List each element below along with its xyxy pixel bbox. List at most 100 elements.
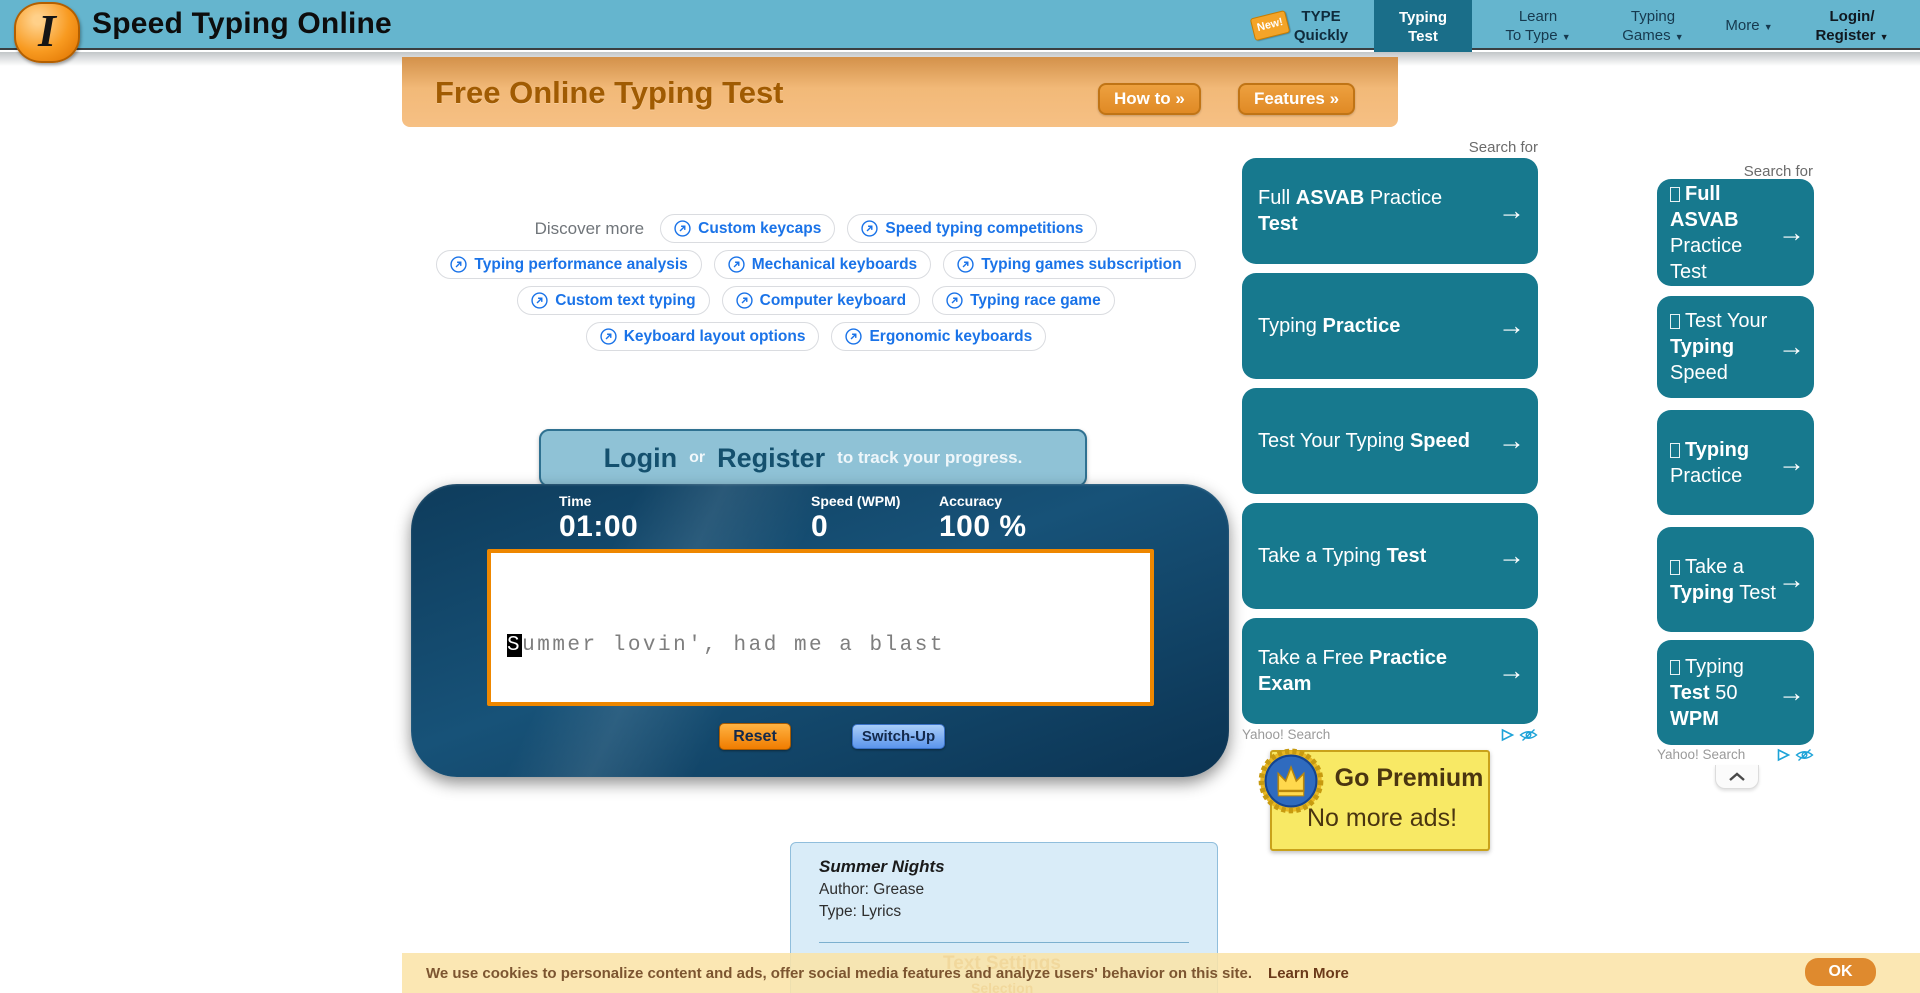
nav-login-line2: Register <box>1815 27 1875 44</box>
nav-games-line2: Games <box>1622 27 1670 44</box>
missing-glyph-icon <box>1670 314 1680 329</box>
arrow-right-icon: → <box>1498 196 1525 227</box>
pill-mechanical-keyboards[interactable]: Mechanical keyboards <box>714 250 931 279</box>
pill-speed-typing-competitions[interactable]: Speed typing competitions <box>847 214 1097 243</box>
nav-item-learn-to-type[interactable]: Learn To Type ▼ <box>1490 7 1586 47</box>
ad-card-full-asvab-practice-test[interactable]: Full ASVAB Practice Test → <box>1242 158 1538 264</box>
pill-row: Typing performance analysis Mechanical k… <box>436 250 1195 279</box>
premium-subtitle: No more ads! <box>1272 804 1492 833</box>
search-for-label: Search for <box>1718 163 1813 180</box>
ad-attribution: Yahoo! Search <box>1242 727 1538 742</box>
yahoo-search-label: Yahoo! Search <box>1242 727 1330 742</box>
hide-ad-icon[interactable] <box>1795 748 1814 762</box>
chevron-down-icon: ▼ <box>1562 32 1571 42</box>
go-premium-button[interactable]: Go Premium No more ads! <box>1270 750 1490 851</box>
typing-text-input[interactable]: Summer lovin', had me a blast summer lov… <box>487 549 1154 706</box>
switch-up-button[interactable]: Switch-Up <box>852 724 945 749</box>
pill-custom-text-typing[interactable]: Custom text typing <box>517 286 709 315</box>
time-value: 01:00 <box>559 510 638 544</box>
nav-typing-test-line2: Test <box>1374 27 1472 46</box>
adchoices-icon[interactable] <box>1776 748 1791 762</box>
nav-item-type-quickly[interactable]: New! TYPE Quickly <box>1290 7 1352 45</box>
related-search-icon <box>946 292 963 309</box>
nav-games-line1: Typing <box>1608 7 1698 26</box>
nav-learn-line2: To Type <box>1505 27 1557 44</box>
related-searches: Discover more Custom keycaps Speed typin… <box>402 214 1230 351</box>
ad-card-full-asvab-practice-test[interactable]: Full ASVAB Practice Test → <box>1657 179 1814 286</box>
divider <box>819 942 1189 943</box>
ad-card-take-a-typing-test[interactable]: Take a Typing Test → <box>1242 503 1538 609</box>
register-link[interactable]: Register <box>717 443 825 474</box>
reset-button[interactable]: Reset <box>719 723 791 750</box>
text-title: Summer Nights <box>819 857 945 877</box>
speed-value: 0 <box>811 510 900 544</box>
ad-card-take-a-free-practice-exam[interactable]: Take a Free Practice Exam → <box>1242 618 1538 724</box>
typing-line: Summer lovin', had me a blast <box>507 628 1150 663</box>
arrow-right-icon: → <box>1498 311 1525 342</box>
ad-card-typing-practice[interactable]: Typing Practice → <box>1657 410 1814 515</box>
ad-card-typing-practice[interactable]: Typing Practice → <box>1242 273 1538 379</box>
typing-test-panel: Time 01:00 Speed (WPM) 0 Accuracy 100 % … <box>411 484 1229 777</box>
pill-ergonomic-keyboards[interactable]: Ergonomic keyboards <box>831 322 1046 351</box>
page: I Speed Typing Online New! TYPE Quickly … <box>0 0 1920 993</box>
cookie-ok-button[interactable]: OK <box>1805 958 1876 986</box>
missing-glyph-icon <box>1670 560 1680 575</box>
related-search-icon <box>957 256 974 273</box>
pill-row: Keyboard layout options Ergonomic keyboa… <box>586 322 1047 351</box>
ad-card-test-your-typing-speed[interactable]: Test Your Typing Speed → <box>1657 296 1814 398</box>
pill-typing-race-game[interactable]: Typing race game <box>932 286 1115 315</box>
time-stat: Time 01:00 <box>559 493 638 544</box>
arrow-right-icon: → <box>1778 332 1805 363</box>
adchoices-icon[interactable] <box>1500 728 1515 742</box>
pill-keyboard-layout-options[interactable]: Keyboard layout options <box>586 322 820 351</box>
speed-stat: Speed (WPM) 0 <box>811 493 900 544</box>
accuracy-value: 100 % <box>939 510 1027 544</box>
missing-glyph-icon <box>1670 187 1680 202</box>
pill-typing-games-subscription[interactable]: Typing games subscription <box>943 250 1195 279</box>
or-label: or <box>689 449 705 467</box>
arrow-right-icon: → <box>1778 677 1805 708</box>
time-label: Time <box>559 493 638 509</box>
nav-item-more[interactable]: More ▼ <box>1716 16 1782 37</box>
related-search-icon <box>600 328 617 345</box>
related-search-icon <box>845 328 862 345</box>
site-title[interactable]: Speed Typing Online <box>92 7 392 41</box>
site-logo-icon[interactable]: I <box>14 2 80 63</box>
cookie-banner: We use cookies to personalize content an… <box>402 953 1920 993</box>
nav-item-login-register[interactable]: Login/ Register ▼ <box>1800 7 1904 47</box>
nav-more-label: More <box>1725 17 1759 34</box>
pill-custom-keycaps[interactable]: Custom keycaps <box>660 214 835 243</box>
ad-card-take-a-typing-test[interactable]: Take a Typing Test → <box>1657 527 1814 632</box>
nav-item-typing-games[interactable]: Typing Games ▼ <box>1608 7 1698 47</box>
collapse-ads-tab[interactable] <box>1715 765 1759 789</box>
hide-ad-icon[interactable] <box>1519 728 1538 742</box>
text-author: Author: Grease <box>819 881 924 899</box>
related-search-icon <box>861 220 878 237</box>
arrow-right-icon: → <box>1778 447 1805 478</box>
hero-banner: Free Online Typing Test How to » Feature… <box>402 57 1398 127</box>
related-search-icon <box>531 292 548 309</box>
related-search-icon <box>728 256 745 273</box>
pill-computer-keyboard[interactable]: Computer keyboard <box>722 286 920 315</box>
text-type: Type: Lyrics <box>819 903 901 921</box>
how-to-button[interactable]: How to » <box>1098 83 1201 115</box>
features-button[interactable]: Features » <box>1238 83 1355 115</box>
logo-glyph: I <box>38 8 56 54</box>
related-search-icon <box>674 220 691 237</box>
login-link[interactable]: Login <box>604 443 677 474</box>
pill-typing-performance-analysis[interactable]: Typing performance analysis <box>436 250 701 279</box>
nav-type-quickly-line1: TYPE <box>1290 7 1352 26</box>
chevron-up-icon <box>1728 772 1746 782</box>
nav-type-quickly-line2: Quickly <box>1290 26 1352 45</box>
ad-card-typing-test-50-wpm[interactable]: Typing Test 50 WPM → <box>1657 640 1814 745</box>
nav-tab-typing-test[interactable]: Typing Test <box>1374 0 1472 52</box>
ad-card-test-your-typing-speed[interactable]: Test Your Typing Speed → <box>1242 388 1538 494</box>
login-suffix-label: to track your progress. <box>837 448 1022 468</box>
missing-glyph-icon <box>1670 443 1680 458</box>
pill-row: Discover more Custom keycaps Speed typin… <box>535 214 1098 243</box>
learn-more-link[interactable]: Learn More <box>1268 965 1349 982</box>
nav-typing-test-line1: Typing <box>1374 8 1472 27</box>
arrow-right-icon: → <box>1778 217 1805 248</box>
pill-row: Custom text typing Computer keyboard Typ… <box>517 286 1114 315</box>
typing-cursor: S <box>507 634 522 657</box>
